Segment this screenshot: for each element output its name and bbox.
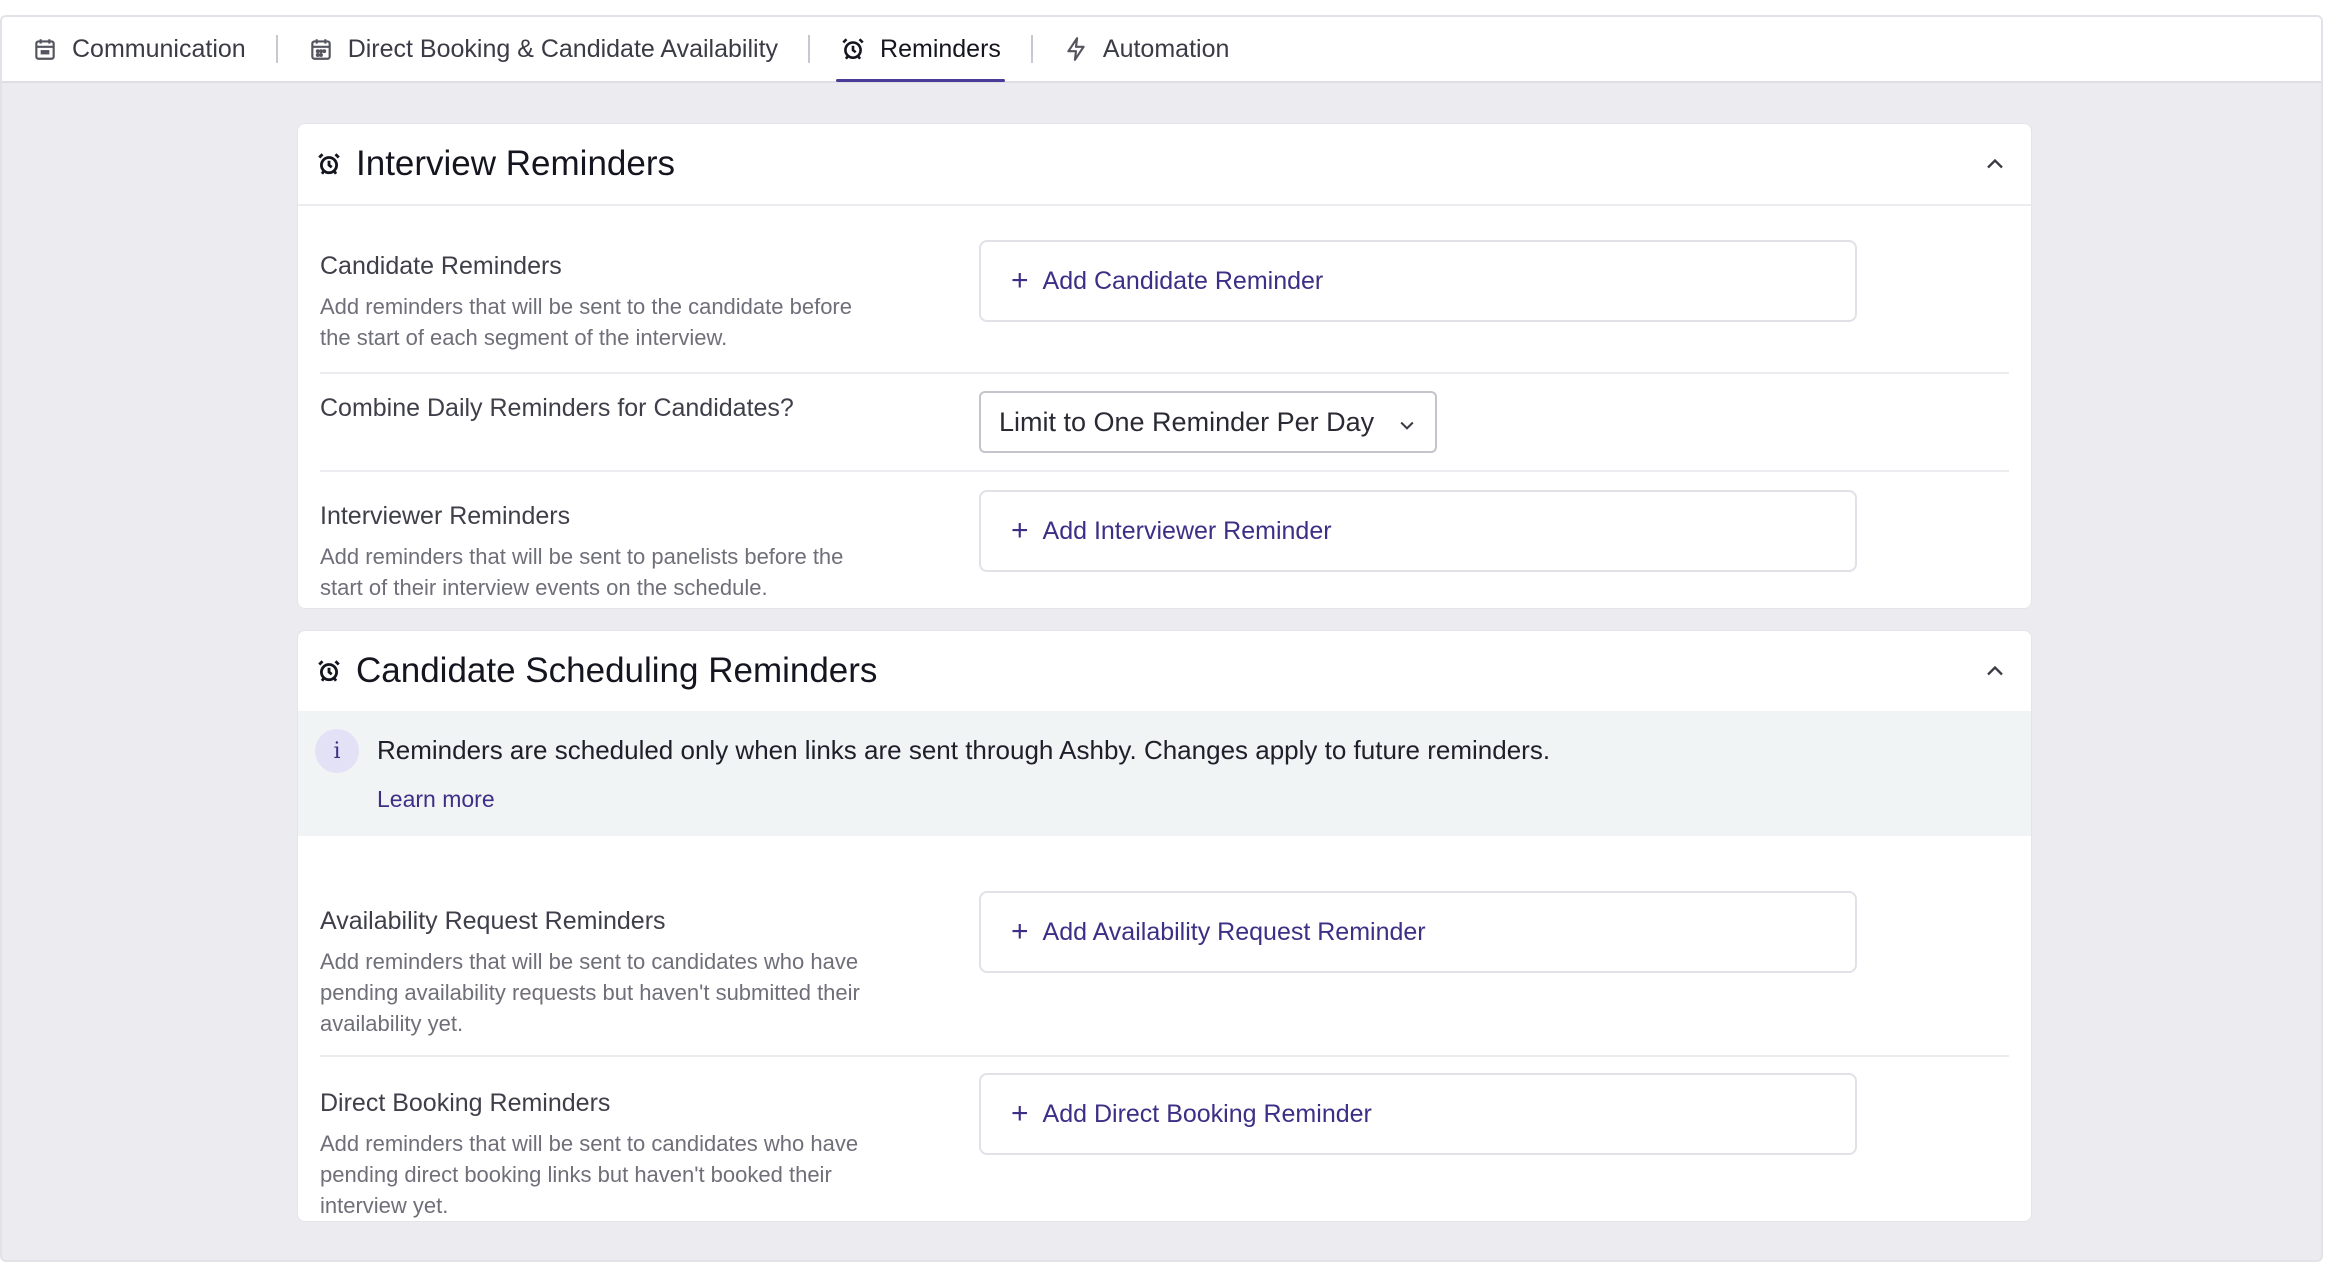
chevron-up-icon[interactable] (1981, 150, 2009, 178)
add-direct-booking-reminder-button[interactable]: + Add Direct Booking Reminder (979, 1073, 1857, 1155)
tab-separator (275, 35, 278, 63)
card-header: Candidate Scheduling Reminders (298, 631, 2031, 713)
tab-communication[interactable]: Communication (32, 17, 246, 81)
add-candidate-reminder-button[interactable]: + Add Candidate Reminder (979, 240, 1857, 322)
alarm-clock-icon (318, 153, 340, 175)
row-description: Add reminders that will be sent to candi… (320, 949, 860, 1036)
plus-icon: + (1011, 915, 1029, 948)
candidate-scheduling-reminders-card: Candidate Scheduling Reminders i Reminde… (297, 630, 2032, 1222)
alarm-clock-icon (842, 38, 864, 60)
chevron-up-icon[interactable] (1981, 657, 2009, 685)
combine-reminders-select[interactable]: Limit to One Reminder Per Day (979, 391, 1437, 453)
tab-automation[interactable]: Automation (1063, 17, 1229, 81)
select-value: Limit to One Reminder Per Day (999, 406, 1375, 437)
alarm-clock-icon (318, 660, 340, 682)
plus-icon: + (1011, 264, 1029, 297)
plus-icon: + (1011, 514, 1029, 547)
button-label: Add Interviewer Reminder (1042, 516, 1332, 545)
tab-separator (808, 35, 811, 63)
card-header: Interview Reminders (298, 124, 2031, 206)
interview-reminders-card: Interview Reminders Candidate Reminders … (297, 123, 2032, 609)
info-icon: i (315, 729, 359, 773)
divider (320, 470, 2009, 472)
tab-reminders[interactable]: Reminders (836, 17, 1005, 82)
calendar-check-icon (35, 39, 55, 60)
card-title: Interview Reminders (356, 144, 675, 183)
button-label: Add Availability Request Reminder (1042, 917, 1426, 946)
tab-direct-booking[interactable]: Direct Booking & Candidate Availability (308, 17, 778, 81)
tab-bar: Communication Direct Booking & Candidate… (2, 17, 2321, 83)
tab-label: Direct Booking & Candidate Availability (347, 34, 779, 63)
button-label: Add Direct Booking Reminder (1042, 1099, 1372, 1128)
button-label: Add Candidate Reminder (1042, 266, 1324, 295)
lightning-icon (1067, 37, 1085, 61)
plus-icon: + (1011, 1097, 1029, 1130)
add-interviewer-reminder-button[interactable]: + Add Interviewer Reminder (979, 490, 1857, 572)
info-banner: i Reminders are scheduled only when link… (298, 711, 2031, 836)
row-description: Add reminders that will be sent to panel… (320, 544, 844, 600)
card-title: Candidate Scheduling Reminders (356, 651, 878, 690)
settings-frame: Communication Direct Booking & Candidate… (0, 15, 2323, 1262)
add-availability-request-reminder-button[interactable]: + Add Availability Request Reminder (979, 891, 1857, 973)
tab-separator (1030, 35, 1033, 63)
learn-more-link[interactable]: Learn more (377, 786, 495, 813)
tab-label: Automation (1102, 34, 1230, 63)
row-description: Add reminders that will be sent to candi… (320, 1131, 859, 1218)
divider (320, 1055, 2009, 1057)
chevron-down-icon (1400, 421, 1414, 430)
divider (320, 372, 2009, 374)
calendar-icon (310, 39, 331, 60)
tab-label: Communication (72, 34, 246, 63)
banner-text: Reminders are scheduled only when links … (377, 735, 1551, 765)
row-description: Add reminders that will be sent to the c… (320, 294, 852, 350)
tab-label: Reminders (880, 34, 1001, 63)
